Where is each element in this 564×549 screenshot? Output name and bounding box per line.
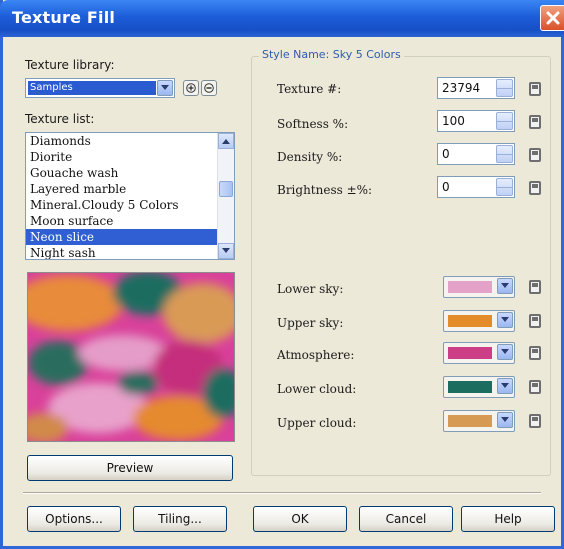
upper-cloud-color-picker[interactable] (443, 410, 515, 432)
cancel-button[interactable]: Cancel (359, 506, 453, 532)
density-field[interactable]: 0 (437, 143, 515, 165)
texture-preview-image (27, 272, 235, 442)
list-item[interactable]: Moon surface (26, 213, 234, 229)
upper-cloud-swatch (448, 415, 492, 427)
scroll-thumb[interactable] (219, 181, 233, 197)
chevron-down-icon[interactable] (497, 412, 513, 428)
lock-icon[interactable] (529, 82, 541, 96)
texture-number-value: 23794 (442, 81, 481, 95)
list-item-selected[interactable]: Neon slice (26, 229, 234, 245)
scroll-up-button[interactable] (218, 133, 234, 149)
chevron-up-icon (222, 139, 230, 144)
separator (23, 492, 541, 494)
atmosphere-swatch (448, 347, 492, 359)
texture-number-field[interactable]: 23794 (437, 77, 515, 99)
list-item[interactable]: Layered marble (26, 181, 234, 197)
softness-label: Softness %: (277, 117, 349, 131)
texture-library-value: Samples (28, 81, 156, 95)
remove-icon (204, 83, 214, 93)
chevron-down-icon (222, 248, 230, 253)
texture-list[interactable]: Diamonds Diorite Gouache wash Layered ma… (25, 132, 235, 260)
texture-fill-dialog: Texture Fill Texture library: Samples Te… (0, 0, 564, 549)
ok-button[interactable]: OK (253, 506, 347, 532)
chevron-down-icon[interactable] (497, 312, 513, 328)
lower-cloud-color-picker[interactable] (443, 376, 515, 398)
atmosphere-color-picker[interactable] (443, 342, 515, 364)
texture-number-spinner[interactable] (496, 79, 513, 97)
tiling-button[interactable]: Tiling... (133, 506, 227, 532)
softness-field[interactable]: 100 (437, 110, 515, 132)
chevron-down-icon[interactable] (157, 80, 173, 96)
lower-sky-swatch (448, 281, 492, 293)
softness-value: 100 (442, 114, 465, 128)
brightness-value: 0 (442, 180, 450, 194)
title-bar[interactable]: Texture Fill (0, 0, 564, 37)
lower-sky-color-picker[interactable] (443, 276, 515, 298)
texture-number-label: Texture #: (277, 82, 342, 96)
atmosphere-label: Atmosphere: (277, 348, 355, 362)
lower-cloud-label: Lower cloud: (277, 382, 357, 396)
upper-cloud-label: Upper cloud: (277, 416, 357, 430)
list-item[interactable]: Diamonds (26, 133, 234, 149)
preview-button[interactable]: Preview (27, 455, 233, 481)
scroll-down-button[interactable] (218, 243, 234, 259)
brightness-field[interactable]: 0 (437, 176, 515, 198)
brightness-label: Brightness ±%: (277, 183, 373, 197)
list-item[interactable]: Diorite (26, 149, 234, 165)
dialog-title: Texture Fill (12, 8, 116, 27)
upper-sky-color-picker[interactable] (443, 310, 515, 332)
density-spinner[interactable] (496, 145, 513, 163)
density-label: Density %: (277, 150, 343, 164)
chevron-down-icon[interactable] (497, 278, 513, 294)
lock-icon[interactable] (529, 115, 541, 129)
options-button[interactable]: Options... (27, 506, 121, 532)
close-button[interactable] (540, 5, 564, 31)
lock-icon[interactable] (529, 380, 541, 394)
list-item[interactable]: Mineral.Cloudy 5 Colors (26, 197, 234, 213)
add-library-button[interactable] (183, 80, 199, 96)
texture-library-label: Texture library: (25, 58, 115, 72)
list-item[interactable]: Night sash (26, 245, 234, 259)
lock-icon[interactable] (529, 346, 541, 360)
softness-spinner[interactable] (496, 112, 513, 130)
upper-sky-swatch (448, 315, 492, 327)
style-name: Style Name: Sky 5 Colors (259, 48, 404, 61)
brightness-spinner[interactable] (496, 178, 513, 196)
list-scrollbar[interactable] (217, 133, 234, 259)
remove-library-button[interactable] (201, 80, 217, 96)
lower-sky-label: Lower sky: (277, 282, 344, 296)
texture-library-select[interactable]: Samples (25, 78, 175, 98)
lock-icon[interactable] (529, 414, 541, 428)
lock-icon[interactable] (529, 280, 541, 294)
lock-icon[interactable] (529, 181, 541, 195)
density-value: 0 (442, 147, 450, 161)
chevron-down-icon[interactable] (497, 344, 513, 360)
list-item[interactable]: Gouache wash (26, 165, 234, 181)
lock-icon[interactable] (529, 148, 541, 162)
lock-icon[interactable] (529, 314, 541, 328)
upper-sky-label: Upper sky: (277, 316, 344, 330)
close-icon (546, 11, 560, 25)
add-icon (186, 83, 196, 93)
texture-list-label: Texture list: (25, 112, 95, 126)
lower-cloud-swatch (448, 381, 492, 393)
chevron-down-icon[interactable] (497, 378, 513, 394)
help-button[interactable]: Help (461, 506, 555, 532)
